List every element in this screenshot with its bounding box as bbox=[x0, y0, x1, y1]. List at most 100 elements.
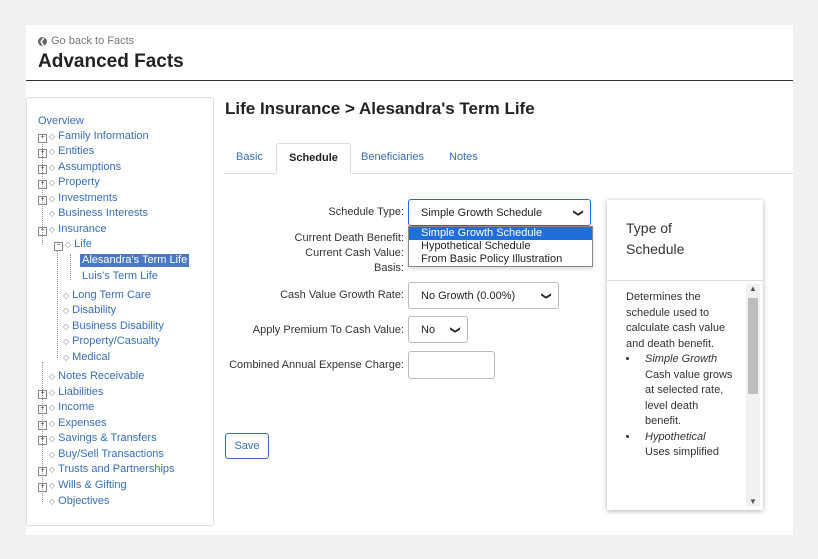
tree-item-savings[interactable]: + ◇ Savings & Transfers bbox=[38, 432, 157, 445]
help-item: HypotheticalUses simplified bbox=[639, 430, 734, 461]
expand-icon[interactable]: + bbox=[38, 405, 47, 414]
expand-icon[interactable]: + bbox=[38, 421, 47, 430]
chevron-down-icon: ❯ bbox=[540, 291, 552, 300]
scroll-thumb[interactable] bbox=[748, 298, 758, 394]
growth-rate-label: Cash Value Growth Rate: bbox=[280, 289, 404, 301]
help-panel: Type of Schedule Determines the schedule… bbox=[607, 200, 763, 510]
tree-item-expenses[interactable]: + ◇ Expenses bbox=[38, 417, 106, 430]
tree-item-medical[interactable]: ◇ Medical bbox=[63, 351, 110, 364]
tree-item-life[interactable]: − ◇ Life bbox=[54, 238, 92, 251]
scroll-up-icon[interactable]: ▲ bbox=[749, 284, 757, 293]
tree-item-objectives[interactable]: ◇ Objectives bbox=[49, 495, 110, 508]
tab-notes[interactable]: Notes bbox=[437, 143, 490, 172]
node-icon: ◇ bbox=[49, 372, 56, 381]
tree-item-investments[interactable]: + ◇ Investments bbox=[38, 192, 117, 205]
help-body: Determines the schedule used to calculat… bbox=[626, 290, 734, 461]
option-basic-policy[interactable]: From Basic Policy Illustration bbox=[409, 253, 592, 266]
tree-item-income[interactable]: + ◇ Income bbox=[38, 401, 94, 414]
node-icon: ◇ bbox=[63, 322, 70, 331]
node-icon: ◇ bbox=[49, 434, 56, 443]
node-icon: ◇ bbox=[49, 388, 56, 397]
node-icon: ◇ bbox=[49, 419, 56, 428]
tree-item-alesandra-term-life[interactable]: Alesandra's Term Life bbox=[80, 254, 190, 267]
tree-item-liabilities[interactable]: + ◇ Liabilities bbox=[38, 386, 103, 399]
expand-icon[interactable]: + bbox=[38, 149, 47, 158]
expense-charge-input[interactable] bbox=[408, 351, 495, 379]
scroll-down-icon[interactable]: ▼ bbox=[749, 497, 757, 506]
save-button[interactable]: Save bbox=[225, 433, 269, 459]
help-divider bbox=[607, 280, 763, 281]
node-icon: ◇ bbox=[49, 194, 56, 203]
node-icon: ◇ bbox=[63, 353, 70, 362]
node-icon: ◇ bbox=[49, 497, 56, 506]
tree-item-assumptions[interactable]: + ◇ Assumptions bbox=[38, 161, 121, 174]
cash-value-label: Current Cash Value: bbox=[305, 247, 404, 259]
collapse-icon[interactable]: − bbox=[54, 242, 63, 251]
expand-icon[interactable]: + bbox=[38, 165, 47, 174]
tab-beneficiaries[interactable]: Beneficiaries bbox=[349, 143, 436, 172]
schedule-type-dropdown: Simple Growth Schedule Hypothetical Sche… bbox=[408, 226, 593, 267]
node-icon: ◇ bbox=[49, 465, 56, 474]
tree-item-trusts[interactable]: + ◇ Trusts and Partnerships bbox=[38, 463, 175, 476]
tree-item-business-interests[interactable]: ◇ Business Interests bbox=[49, 207, 148, 220]
node-icon: ◇ bbox=[49, 147, 56, 156]
tab-bar: Basic Schedule Beneficiaries Notes bbox=[224, 143, 793, 174]
expand-icon[interactable]: + bbox=[38, 180, 47, 189]
option-simple-growth[interactable]: Simple Growth Schedule bbox=[409, 227, 592, 240]
apply-premium-select[interactable]: No ❯ bbox=[408, 316, 468, 343]
tree-item-long-term-care[interactable]: ◇ Long Term Care bbox=[63, 289, 151, 302]
expand-icon[interactable]: + bbox=[38, 390, 47, 399]
death-benefit-label: Current Death Benefit: bbox=[294, 232, 404, 244]
tab-basic[interactable]: Basic bbox=[224, 143, 275, 172]
page-title: Advanced Facts bbox=[38, 51, 184, 72]
expand-icon[interactable]: + bbox=[38, 483, 47, 492]
tree-item-business-disability[interactable]: ◇ Business Disability bbox=[63, 320, 164, 333]
section-heading: Life Insurance > Alesandra's Term Life bbox=[225, 99, 535, 118]
back-link-label: Go back to Facts bbox=[51, 35, 135, 47]
help-title: Type of Schedule bbox=[626, 220, 685, 257]
node-icon: ◇ bbox=[49, 178, 56, 187]
apply-premium-label: Apply Premium To Cash Value: bbox=[252, 324, 404, 336]
tree-item-family[interactable]: + ◇ Family Information bbox=[38, 130, 149, 143]
node-icon: ◇ bbox=[49, 132, 56, 141]
option-hypothetical[interactable]: Hypothetical Schedule bbox=[409, 240, 592, 253]
tree-item-buy-sell[interactable]: ◇ Buy/Sell Transactions bbox=[49, 448, 164, 461]
tree-item-insurance[interactable]: − ◇ Insurance bbox=[38, 223, 106, 236]
tab-schedule[interactable]: Schedule bbox=[276, 143, 351, 174]
help-list: Simple GrowthCash value grows at selecte… bbox=[626, 352, 734, 461]
node-icon: ◇ bbox=[49, 481, 56, 490]
expand-icon[interactable]: + bbox=[38, 134, 47, 143]
basis-label: Basis: bbox=[374, 262, 404, 274]
node-icon: ◇ bbox=[49, 209, 56, 218]
expense-charge-label: Combined Annual Expense Charge: bbox=[229, 359, 404, 371]
tree-item-wills[interactable]: + ◇ Wills & Gifting bbox=[38, 479, 127, 492]
node-icon: ◇ bbox=[49, 403, 56, 412]
node-icon: ◇ bbox=[49, 163, 56, 172]
chevron-down-icon: ❯ bbox=[572, 208, 584, 217]
collapse-icon[interactable]: − bbox=[38, 227, 47, 236]
tree-item-overview[interactable]: Overview bbox=[38, 115, 84, 128]
growth-rate-select[interactable]: No Growth (0.00%) ❯ bbox=[408, 282, 559, 309]
tree-item-notes-receivable[interactable]: ◇ Notes Receivable bbox=[49, 370, 144, 383]
chevron-down-icon: ❯ bbox=[449, 325, 461, 334]
expand-icon[interactable]: + bbox=[38, 436, 47, 445]
tree-item-property-casualty[interactable]: ◇ Property/Casualty bbox=[63, 335, 160, 348]
help-intro: Determines the schedule used to calculat… bbox=[626, 291, 726, 350]
back-link[interactable]: ❮ Go back to Facts bbox=[38, 35, 134, 47]
node-icon: ◇ bbox=[63, 306, 70, 315]
tree-item-entities[interactable]: + ◇ Entities bbox=[38, 145, 94, 158]
tree-item-property[interactable]: + ◇ Property bbox=[38, 176, 100, 189]
tree-item-luis-term-life[interactable]: Luis's Term Life bbox=[82, 270, 158, 283]
node-icon: ◇ bbox=[49, 225, 56, 234]
header-divider bbox=[26, 80, 793, 81]
expand-icon[interactable]: + bbox=[38, 467, 47, 476]
expand-icon[interactable]: + bbox=[38, 196, 47, 205]
node-icon: ◇ bbox=[49, 450, 56, 459]
schedule-type-select[interactable]: Simple Growth Schedule ❯ bbox=[408, 199, 591, 226]
help-scrollbar[interactable]: ▲ ▼ bbox=[746, 284, 760, 506]
tree-guide bbox=[57, 250, 58, 358]
node-icon: ◇ bbox=[65, 240, 72, 249]
back-arrow-icon: ❮ bbox=[38, 36, 47, 46]
tree-item-disability[interactable]: ◇ Disability bbox=[63, 304, 116, 317]
help-item: Simple GrowthCash value grows at selecte… bbox=[639, 352, 734, 430]
